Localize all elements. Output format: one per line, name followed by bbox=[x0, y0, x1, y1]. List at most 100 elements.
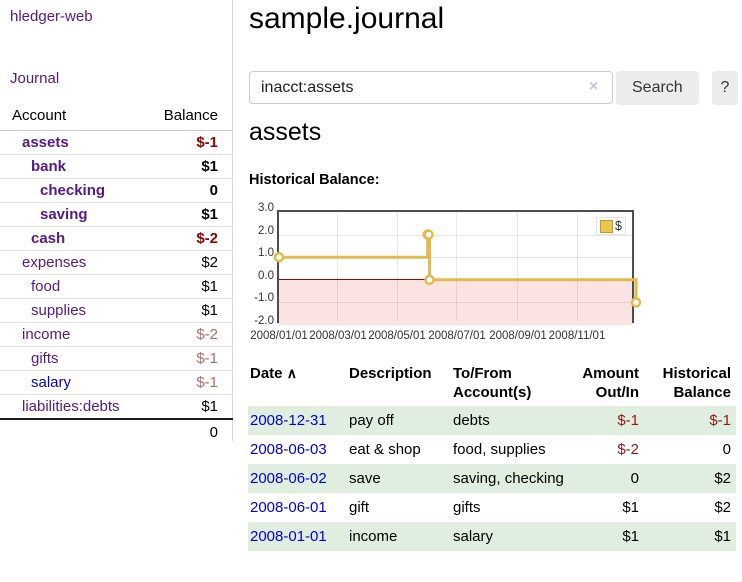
account-row: income $-2 bbox=[0, 322, 233, 346]
accounts-table-header: Account Balance bbox=[0, 103, 233, 131]
transaction-date-link[interactable]: 2008-06-03 bbox=[250, 441, 327, 458]
y-tick-label: -2.0 bbox=[248, 315, 274, 327]
transaction-amount: $1 bbox=[569, 493, 644, 522]
transaction-description: pay off bbox=[347, 406, 451, 435]
transaction-description: eat & shop bbox=[347, 435, 451, 464]
account-link-food[interactable]: food bbox=[31, 278, 60, 295]
register-row: 2008-06-03 eat & shop food, supplies $-2… bbox=[248, 435, 736, 464]
account-link-checking[interactable]: checking bbox=[40, 182, 105, 199]
accounts-table: Account Balance assets $-1 bank $1 check… bbox=[0, 103, 233, 444]
account-balance: $-2 bbox=[196, 326, 218, 343]
account-link-gifts[interactable]: gifts bbox=[31, 350, 59, 367]
register-row: 2008-06-02 save saving, checking 0 $2 bbox=[248, 464, 736, 493]
account-balance: $1 bbox=[201, 302, 218, 319]
account-row: gifts $-1 bbox=[0, 346, 233, 370]
account-link-income[interactable]: income bbox=[22, 326, 70, 343]
account-balance: $1 bbox=[201, 398, 218, 415]
account-row: checking 0 bbox=[0, 178, 233, 202]
transaction-balance: $2 bbox=[644, 493, 736, 522]
amount-column-header: Amount Out/In bbox=[569, 362, 644, 406]
register-header-row: Date ∧ Description To/From Account(s) Am… bbox=[248, 362, 736, 406]
account-link-assets[interactable]: assets bbox=[22, 134, 69, 151]
account-row: salary $-1 bbox=[0, 370, 233, 394]
balance-column-header: Historical Balance bbox=[644, 362, 736, 406]
help-button[interactable]: ? bbox=[712, 71, 738, 105]
transaction-date-link[interactable]: 2008-06-02 bbox=[250, 470, 327, 487]
account-balance: $1 bbox=[201, 206, 218, 223]
transaction-balance: 0 bbox=[644, 435, 736, 464]
transaction-date-link[interactable]: 2008-01-01 bbox=[250, 528, 327, 545]
search-button[interactable]: Search bbox=[616, 71, 699, 105]
app-title-link[interactable]: hledger-web bbox=[10, 8, 93, 25]
date-column-header[interactable]: Date ∧ bbox=[248, 362, 347, 406]
y-tick-label: -1.0 bbox=[248, 292, 274, 304]
legend-swatch-icon bbox=[600, 220, 613, 233]
account-link-saving[interactable]: saving bbox=[40, 206, 88, 223]
date-header-label: Date bbox=[250, 365, 283, 382]
transaction-balance: $-1 bbox=[644, 406, 736, 435]
account-row: food $1 bbox=[0, 274, 233, 298]
account-row: supplies $1 bbox=[0, 298, 233, 322]
accounts-total-row: 0 bbox=[0, 418, 233, 444]
register-row: 2008-12-31 pay off debts $-1 $-1 bbox=[248, 406, 736, 435]
transaction-amount: $-2 bbox=[569, 435, 644, 464]
x-tick-label: 2008/11/01 bbox=[544, 330, 610, 342]
transaction-date-link[interactable]: 2008-06-01 bbox=[250, 499, 327, 516]
sidebar-item-journal[interactable]: Journal bbox=[10, 70, 59, 87]
page-title: sample.journal bbox=[249, 2, 444, 36]
legend-label: $ bbox=[615, 219, 622, 233]
transaction-accounts: food, supplies bbox=[451, 435, 569, 464]
accounts-total-value: 0 bbox=[210, 424, 218, 441]
register-row: 2008-01-01 income salary $1 $1 bbox=[248, 522, 736, 551]
account-row: cash $-2 bbox=[0, 226, 233, 250]
account-link-bank[interactable]: bank bbox=[31, 158, 66, 175]
transaction-balance: $2 bbox=[644, 464, 736, 493]
y-tick-label: 3.0 bbox=[248, 202, 274, 214]
account-balance: $-1 bbox=[196, 134, 218, 151]
account-row: bank $1 bbox=[0, 154, 233, 178]
account-link-liabilities-debts[interactable]: liabilities:debts bbox=[22, 398, 120, 415]
account-balance: 0 bbox=[210, 182, 218, 199]
x-tick-label: 2008/01/01 bbox=[246, 330, 312, 342]
register-row: 2008-06-01 gift gifts $1 $2 bbox=[248, 493, 736, 522]
clear-search-icon[interactable]: × bbox=[589, 77, 598, 97]
transaction-accounts: debts bbox=[451, 406, 569, 435]
transaction-balance: $1 bbox=[644, 522, 736, 551]
transaction-accounts: saving, checking bbox=[451, 464, 569, 493]
transaction-accounts: salary bbox=[451, 522, 569, 551]
account-link-expenses[interactable]: expenses bbox=[22, 254, 86, 271]
account-balance: $1 bbox=[201, 278, 218, 295]
y-tick-label: 0.0 bbox=[248, 270, 274, 282]
account-link-cash[interactable]: cash bbox=[31, 230, 65, 247]
x-tick-label: 2008/07/01 bbox=[424, 330, 490, 342]
x-tick-label: 2008/05/01 bbox=[364, 330, 430, 342]
account-heading: assets bbox=[249, 118, 321, 147]
historical-balance-label: Historical Balance: bbox=[249, 172, 380, 188]
account-balance: $1 bbox=[201, 158, 218, 175]
plot-area: $ bbox=[277, 210, 634, 323]
x-tick-label: 2008/09/01 bbox=[485, 330, 551, 342]
account-balance: $-1 bbox=[196, 350, 218, 367]
account-row: expenses $2 bbox=[0, 250, 233, 274]
description-column-header: Description bbox=[347, 362, 451, 406]
account-row: saving $1 bbox=[0, 202, 233, 226]
transaction-amount: 0 bbox=[569, 464, 644, 493]
account-link-salary[interactable]: salary bbox=[31, 374, 71, 391]
balance-line-svg bbox=[279, 212, 636, 325]
transaction-date-link[interactable]: 2008-12-31 bbox=[250, 412, 327, 429]
account-row: assets $-1 bbox=[0, 131, 233, 154]
search-input[interactable] bbox=[249, 71, 613, 104]
account-balance: $2 bbox=[201, 254, 218, 271]
sidebar: hledger-web Journal Account Balance asse… bbox=[0, 0, 233, 441]
account-link-supplies[interactable]: supplies bbox=[31, 302, 86, 319]
historical-balance-chart: 3.0 2.0 1.0 0.0 -1.0 -2.0 2008/01/01 200… bbox=[248, 203, 678, 345]
account-balance: $-2 bbox=[196, 230, 218, 247]
transaction-amount: $1 bbox=[569, 522, 644, 551]
transaction-amount: $-1 bbox=[569, 406, 644, 435]
transaction-description: save bbox=[347, 464, 451, 493]
balance-markers bbox=[275, 231, 640, 307]
accounts-column-header: To/From Account(s) bbox=[451, 362, 569, 406]
transaction-description: income bbox=[347, 522, 451, 551]
account-column-header: Account bbox=[12, 107, 66, 124]
balance-line bbox=[279, 235, 636, 303]
